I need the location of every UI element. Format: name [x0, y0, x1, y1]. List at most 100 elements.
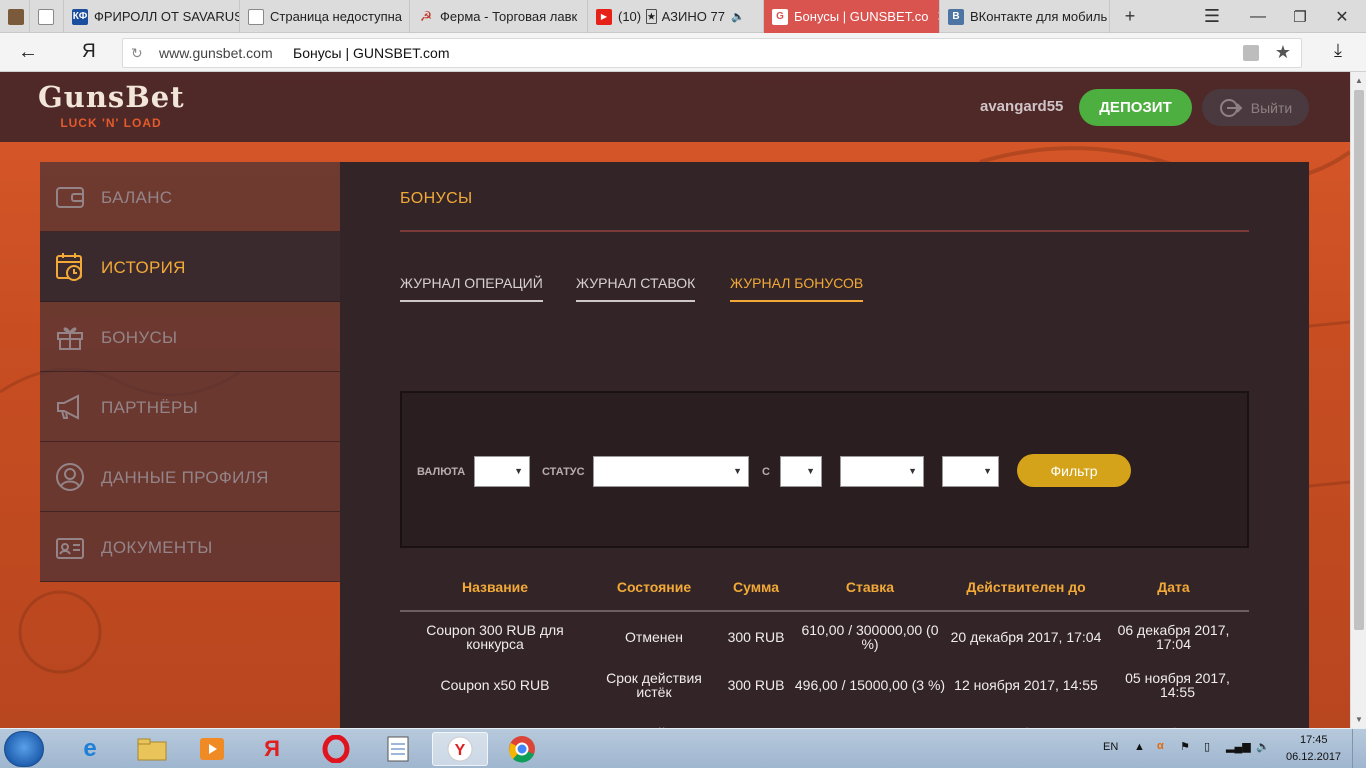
scrollbar-thumb[interactable]	[1354, 90, 1364, 630]
cell-wager: 648,00 / 15000,00 (4	[794, 709, 946, 728]
tab-farm[interactable]: ☭ Ферма - Торговая лавк	[410, 0, 588, 33]
menu-icon[interactable]: ☰	[1198, 0, 1226, 33]
cell-name	[400, 709, 590, 728]
cell-wager: 610,00 / 300000,00 (0 %)	[801, 622, 939, 652]
url-input[interactable]: ↻ www.gunsbet.com Бонусы | GUNSBET.com ★	[122, 38, 1302, 68]
flag-icon[interactable]: ⚑	[1180, 740, 1190, 753]
tab-bets-log[interactable]: ЖУРНАЛ СТАВОК	[576, 275, 696, 302]
sickle-icon: ☭	[419, 8, 433, 24]
cell-state: Отменен	[625, 629, 683, 645]
download-icon[interactable]: ⤓	[1334, 40, 1342, 61]
tab-label: Бонусы | GUNSBET.co	[794, 9, 929, 24]
clock-time[interactable]: 17:45	[1300, 734, 1328, 746]
yandex-browser-icon[interactable]: Y	[432, 732, 488, 766]
table-row: Coupon 300 RUB для конкурса Отменен 300 …	[400, 613, 1249, 661]
sidebar-item-partners[interactable]: ПАРТНЁРЫ	[40, 372, 340, 442]
table-row: Coupon x50 RUB Срок действия истёк 300 R…	[400, 661, 1249, 709]
back-arrow-icon[interactable]: ←	[18, 41, 38, 64]
close-window-icon[interactable]: ✕	[1328, 0, 1356, 33]
gunsbet-logo[interactable]: GunsBet LUCK 'N' LOAD	[38, 80, 184, 136]
explorer-icon[interactable]	[124, 732, 180, 766]
currency-label: ВАЛЮТА	[417, 466, 466, 478]
volume-icon[interactable]: 🔈	[1256, 740, 1270, 753]
page-icon	[248, 8, 264, 25]
column-header[interactable]: Ставка	[794, 579, 946, 595]
tab-vk[interactable]: В ВКонтакте для мобиль	[940, 0, 1110, 33]
scroll-up-icon[interactable]: ▲	[1355, 76, 1363, 85]
from-month-select[interactable]: ▼	[840, 456, 924, 487]
media-icon[interactable]	[184, 732, 240, 766]
filter-button[interactable]: Фильтр	[1017, 454, 1131, 487]
from-year-select[interactable]: ▼	[942, 456, 999, 487]
new-tab-button[interactable]: +	[1116, 0, 1144, 33]
tab-savarus[interactable]: КФ ФРИРОЛЛ ОТ SAVARUS	[64, 0, 240, 33]
logout-button[interactable]: Выйти	[1202, 89, 1309, 126]
page-content: GunsBet LUCK 'N' LOAD avangard55 ДЕПОЗИТ…	[0, 72, 1350, 728]
column-header[interactable]: Действителен до	[946, 579, 1106, 595]
logout-icon	[1219, 98, 1243, 117]
page-icon	[38, 8, 54, 25]
tab-unavailable[interactable]: Страница недоступна	[240, 0, 410, 33]
tab-label: (10) 🃏 АЗИНО 77	[618, 8, 725, 24]
device-icon[interactable]: ▯	[1204, 740, 1210, 753]
sidebar-item-history[interactable]: ИСТОРИЯ	[40, 232, 340, 302]
sidebar-item-documents[interactable]: ДОКУМЕНТЫ	[40, 512, 340, 582]
column-header[interactable]: Дата	[1106, 579, 1241, 595]
sidebar-item-label: БАЛАНС	[101, 188, 173, 207]
restore-icon[interactable]: ❐	[1286, 0, 1314, 33]
speaker-icon[interactable]: 🔈	[731, 10, 745, 23]
from-day-select[interactable]: ▼	[780, 456, 822, 487]
ie-icon[interactable]: e	[62, 732, 118, 766]
dropdown-arrow-icon: ▼	[983, 466, 992, 476]
reload-icon[interactable]: ↻	[131, 45, 143, 62]
tab-gunsbet[interactable]: G Бонусы | GUNSBET.co ✕	[764, 0, 940, 33]
tab-pinned-app[interactable]	[0, 0, 30, 33]
column-header[interactable]: Название	[400, 579, 590, 595]
tray-expand-icon[interactable]: ▲	[1134, 741, 1145, 753]
yandex-logo-icon[interactable]: Я	[82, 41, 96, 63]
page-scrollbar[interactable]: ▲ ▼	[1350, 72, 1366, 728]
yandex-icon[interactable]: Я	[244, 732, 300, 766]
cell-amount: 300 RUB	[727, 629, 785, 645]
scroll-down-icon[interactable]: ▼	[1355, 715, 1363, 724]
lock-icon[interactable]	[1243, 45, 1259, 61]
sidebar-item-balance[interactable]: БАЛАНС	[40, 162, 340, 232]
title-divider	[400, 230, 1249, 232]
show-desktop-button[interactable]	[1352, 729, 1366, 768]
language-indicator[interactable]: EN	[1103, 741, 1118, 753]
bookmark-star-icon[interactable]: ★	[1275, 42, 1291, 63]
cell-name: Coupon 300 RUB для конкурса	[426, 622, 564, 652]
username[interactable]: avangard55	[980, 98, 1063, 115]
clock-date[interactable]: 06.12.2017	[1286, 751, 1341, 763]
cell-state: Срок действия истёк	[606, 670, 702, 700]
column-header[interactable]: Сумма	[718, 579, 794, 595]
network-icon[interactable]: ▂▄▆	[1226, 740, 1251, 753]
tab-youtube[interactable]: ▶ (10) 🃏 АЗИНО 77 🔈	[588, 0, 764, 33]
column-header[interactable]: Состояние	[590, 579, 718, 595]
account-sidebar: БАЛАНС ИСТОРИЯ БОНУСЫ ПАРТНЁРЫ ДАННЫЕ ПР…	[40, 162, 340, 582]
sidebar-item-label: ДАННЫЕ ПРОФИЛЯ	[101, 468, 269, 487]
tray-app-icon[interactable]: α	[1157, 740, 1164, 752]
currency-select[interactable]: ▼	[474, 456, 530, 487]
from-label: С	[762, 466, 770, 478]
tab-bonuses-log[interactable]: ЖУРНАЛ БОНУСОВ	[730, 275, 864, 302]
tab-label: Страница недоступна	[270, 9, 403, 24]
start-button[interactable]	[4, 731, 44, 767]
id-card-icon	[56, 538, 84, 559]
filter-panel: ВАЛЮТА ▼ СТАТУС ▼ С ▼ ▼ ▼ Фильтр	[400, 391, 1249, 548]
status-select[interactable]: ▼	[593, 456, 749, 487]
dropdown-arrow-icon: ▼	[514, 466, 523, 476]
chrome-icon[interactable]	[494, 732, 550, 766]
sidebar-item-profile[interactable]: ДАННЫЕ ПРОФИЛЯ	[40, 442, 340, 512]
tab-operations-log[interactable]: ЖУРНАЛ ОПЕРАЦИЙ	[400, 275, 543, 302]
sidebar-item-bonuses[interactable]: БОНУСЫ	[40, 302, 340, 372]
status-label: СТАТУС	[542, 466, 585, 478]
tab-blank[interactable]	[30, 0, 64, 33]
deposit-button[interactable]: ДЕПОЗИТ	[1079, 89, 1192, 126]
cell-amount: 300 RUB	[727, 677, 785, 693]
notepad-icon[interactable]	[370, 732, 426, 766]
table-header: Название Состояние Сумма Ставка Действит…	[400, 562, 1249, 612]
cell-date: 06 декабря 2017, 17:04	[1117, 622, 1230, 652]
opera-icon[interactable]	[308, 732, 364, 766]
minimize-icon[interactable]: —	[1244, 0, 1272, 33]
